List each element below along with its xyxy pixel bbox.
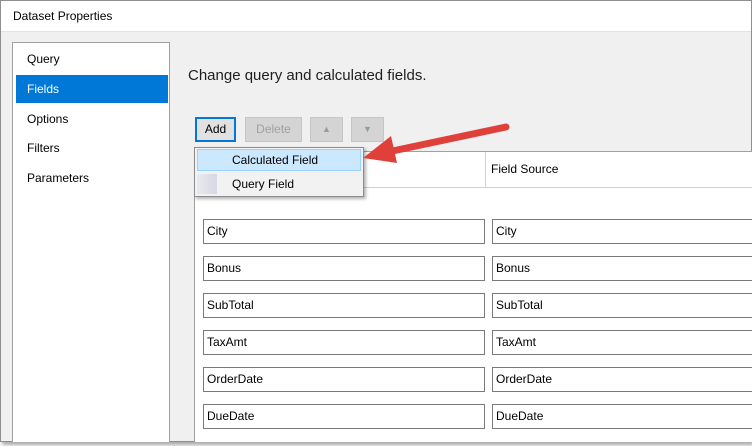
field-name-input[interactable]: City	[203, 219, 485, 244]
sidebar-item-parameters[interactable]: Parameters	[16, 164, 168, 192]
field-name-input[interactable]: OrderDate	[203, 367, 485, 392]
field-name-input[interactable]: DueDate	[203, 404, 485, 429]
sidebar-item-fields[interactable]: Fields	[16, 75, 168, 103]
move-down-button[interactable]: ▼	[351, 117, 384, 142]
field-source-input[interactable]: TaxAmt	[492, 330, 752, 355]
field-source-input[interactable]: OrderDate	[492, 367, 752, 392]
sidebar-item-query[interactable]: Query	[16, 45, 168, 73]
dialog-client-area: Query Fields Options Filters Parameters …	[1, 32, 752, 442]
add-button[interactable]: Add	[195, 117, 236, 142]
field-source-input[interactable]: DueDate	[492, 404, 752, 429]
field-name-input[interactable]: SubTotal	[203, 293, 485, 318]
menu-item-query-field[interactable]: Query Field	[197, 173, 361, 195]
arrow-up-icon: ▲	[322, 124, 331, 134]
field-source-input[interactable]: Bonus	[492, 256, 752, 281]
add-dropdown-menu: Calculated Field Query Field	[194, 147, 364, 197]
page-heading: Change query and calculated fields.	[188, 67, 427, 84]
field-name-input[interactable]: Bonus	[203, 256, 485, 281]
field-source-input[interactable]: SubTotal	[492, 293, 752, 318]
window-title: Dataset Properties	[13, 9, 113, 23]
move-up-button[interactable]: ▲	[310, 117, 343, 142]
dataset-properties-dialog: Dataset Properties Query Fields Options …	[0, 0, 752, 442]
field-source-input[interactable]: City	[492, 219, 752, 244]
title-bar: Dataset Properties	[1, 1, 751, 32]
sidebar-nav: Query Fields Options Filters Parameters	[12, 42, 170, 442]
field-name-input[interactable]: TaxAmt	[203, 330, 485, 355]
sidebar-item-filters[interactable]: Filters	[16, 134, 168, 162]
arrow-down-icon: ▼	[363, 124, 372, 134]
menu-item-calculated-field[interactable]: Calculated Field	[197, 149, 361, 171]
sidebar-item-options[interactable]: Options	[16, 105, 168, 133]
delete-button[interactable]: Delete	[245, 117, 302, 142]
column-divider	[485, 152, 486, 187]
column-header-field-source: Field Source	[491, 162, 559, 176]
